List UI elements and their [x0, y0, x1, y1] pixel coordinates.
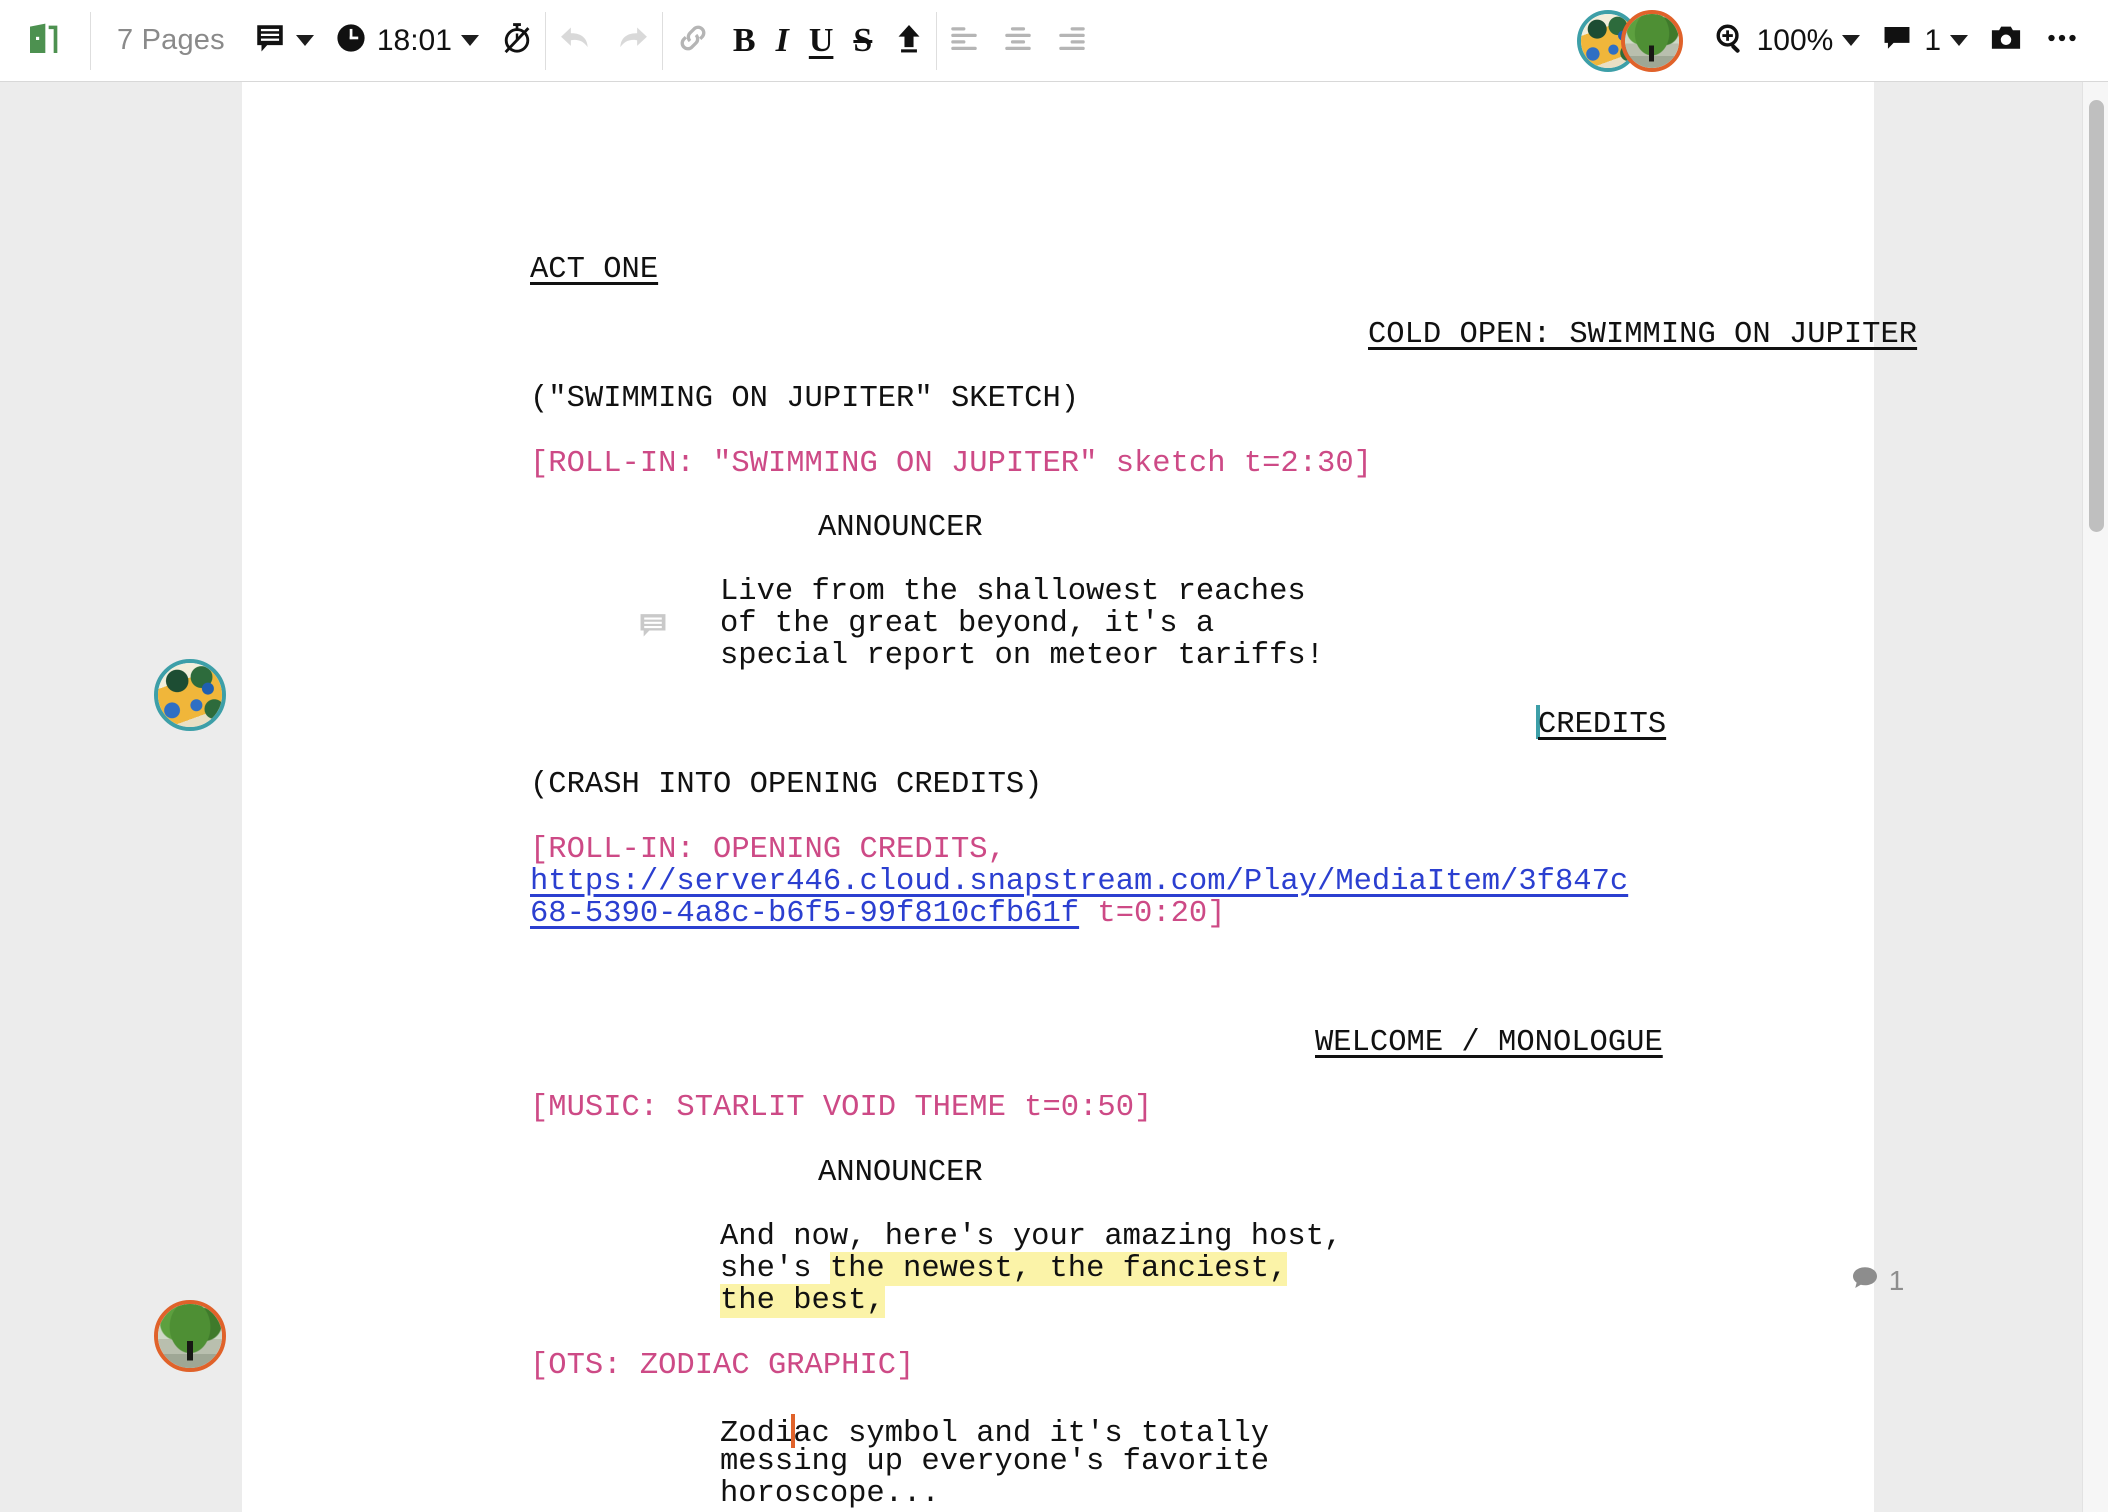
avatar-image [158, 663, 222, 727]
scene-heading-credits: CREDITS [1538, 708, 1667, 742]
scene-heading-welcome[interactable]: WELCOME / MONOLOGUE [1315, 1027, 1663, 1060]
script-lines-icon [253, 21, 287, 60]
dialogue-1-line-3[interactable]: special report on meteor tariffs! [720, 640, 1324, 673]
cue-rollin-credits-tail: t=0:20] [1079, 897, 1226, 931]
script-body[interactable]: ACT ONE COLD OPEN: SWIMMING ON JUPITER (… [242, 82, 1917, 1512]
redo-arrow-icon [614, 19, 652, 62]
door-logo-icon [25, 18, 65, 63]
dialogue-2-line-3-highlight[interactable]: the best, [720, 1284, 885, 1318]
stopwatch-toggle-button[interactable] [489, 13, 545, 69]
action-sketch-paren[interactable]: ("SWIMMING ON JUPITER" SKETCH) [530, 383, 1079, 416]
avatar-image [1624, 13, 1679, 68]
underline-button[interactable]: U [799, 13, 844, 69]
cue-rollin-sketch[interactable]: [ROLL-IN: "SWIMMING ON JUPITER" sketch t… [530, 448, 1372, 481]
undo-arrow-icon [556, 19, 594, 62]
character-announcer-2[interactable]: ANNOUNCER [818, 1157, 983, 1190]
document-workspace: ACT ONE COLD OPEN: SWIMMING ON JUPITER (… [0, 82, 2108, 1512]
uppercase-arrow-icon [892, 21, 926, 60]
dialogue-3-line-2[interactable]: messing up everyone's favorite [720, 1446, 1269, 1479]
stopwatch-disabled-icon [499, 20, 535, 61]
align-right-button[interactable] [1045, 13, 1099, 69]
dialogue-1-line-1[interactable]: Live from the shallowest reaches [720, 576, 1306, 609]
action-crash-paren[interactable]: (CRASH INTO OPENING CREDITS) [530, 769, 1042, 802]
inline-comment-indicator[interactable]: 1 [1772, 1230, 1904, 1333]
redo-button[interactable] [604, 13, 662, 69]
align-left-button[interactable] [937, 13, 991, 69]
comment-marker-icon[interactable] [490, 576, 670, 685]
dialogue-2-line-2-plain: she's [720, 1252, 830, 1286]
comment-count: 1 [1924, 23, 1941, 57]
cue-rollin-credits-line3[interactable]: 68-5390-4a8c-b6f5-99f810cfb61f t=0:20] [530, 898, 1226, 931]
cue-rollin-credits-url-line1[interactable]: https://server446.cloud.snapstream.com/P… [530, 866, 1628, 899]
more-options-icon [2044, 20, 2080, 61]
runtime-value: 18:01 [376, 23, 452, 57]
chevron-down-icon [295, 35, 314, 46]
comment-bubble-icon [1880, 21, 1914, 60]
chevron-down-icon [1950, 35, 1968, 46]
dialogue-3-line-3[interactable]: horoscope... [720, 1478, 940, 1511]
act-heading[interactable]: ACT ONE [530, 254, 658, 287]
cue-rollin-credits-url-line2[interactable]: 68-5390-4a8c-b6f5-99f810cfb61f [530, 897, 1079, 931]
collaborator-cursor-avatar-painting[interactable] [154, 659, 226, 731]
dialogue-2-line-2[interactable]: she's the newest, the fanciest, [720, 1252, 1288, 1286]
dialogue-1-line-2[interactable]: of the great beyond, it's a [720, 608, 1214, 641]
insert-link-button[interactable] [663, 13, 723, 69]
zoom-in-icon [1713, 21, 1747, 60]
bold-label: B [732, 21, 756, 59]
underline-label: U [808, 21, 834, 59]
collaborator-cursor-avatar-tree[interactable] [154, 1300, 226, 1372]
chevron-down-icon [1842, 35, 1861, 46]
undo-button[interactable] [546, 13, 604, 69]
align-center-button[interactable] [991, 13, 1045, 69]
collaborator-avatar-tree[interactable] [1620, 9, 1683, 72]
chevron-down-icon [460, 35, 479, 46]
vertical-scrollbar[interactable] [2082, 82, 2108, 1512]
runtime-dropdown[interactable]: 18:01 [324, 13, 489, 69]
cue-ots[interactable]: [OTS: ZODIAC GRAPHIC] [530, 1350, 914, 1383]
scene-heading-credits-wrap[interactable]: CREDITS [1536, 705, 1667, 742]
zoom-value: 100% [1756, 23, 1834, 57]
inline-comment-count: 1 [1888, 1265, 1905, 1296]
align-left-icon [947, 21, 981, 60]
scrollbar-thumb[interactable] [2089, 100, 2104, 532]
character-announcer-1[interactable]: ANNOUNCER [818, 512, 983, 545]
link-chain-icon [673, 18, 713, 63]
collaborator-avatars[interactable] [1576, 9, 1697, 72]
italic-label: I [775, 21, 789, 59]
snapshot-button[interactable] [1978, 13, 2034, 69]
script-view-dropdown[interactable] [243, 13, 324, 69]
scene-heading-cold-open[interactable]: COLD OPEN: SWIMMING ON JUPITER [1368, 319, 1917, 352]
strikethrough-button[interactable]: S [843, 13, 882, 69]
clock-icon [334, 21, 368, 60]
comment-bubble-icon [1772, 1230, 1880, 1333]
page-count-label: 7 Pages [117, 24, 225, 56]
dialogue-2-line-1[interactable]: And now, here's your amazing host, [720, 1221, 1342, 1254]
app-logo-button[interactable] [0, 18, 90, 63]
app-toolbar: 7 Pages 18:01 B I U S 100% 1 [0, 0, 2108, 82]
bold-button[interactable]: B [723, 13, 766, 69]
comments-dropdown[interactable]: 1 [1870, 13, 1978, 69]
cue-rollin-credits-line1[interactable]: [ROLL-IN: OPENING CREDITS, [530, 834, 1006, 867]
dialogue-2-line-2-highlight[interactable]: the newest, the fanciest, [829, 1252, 1288, 1286]
avatar-image [158, 1304, 222, 1368]
align-right-icon [1055, 21, 1089, 60]
more-options-button[interactable] [2034, 13, 2090, 69]
uppercase-button[interactable] [882, 13, 936, 69]
cue-music[interactable]: [MUSIC: STARLIT VOID THEME t=0:50] [530, 1092, 1152, 1125]
strikethrough-label: S [853, 21, 873, 59]
script-page[interactable]: ACT ONE COLD OPEN: SWIMMING ON JUPITER (… [242, 82, 1917, 1512]
zoom-dropdown[interactable]: 100% [1703, 13, 1871, 69]
align-center-icon [1001, 21, 1035, 60]
camera-icon [1988, 20, 2024, 61]
italic-button[interactable]: I [766, 13, 799, 69]
